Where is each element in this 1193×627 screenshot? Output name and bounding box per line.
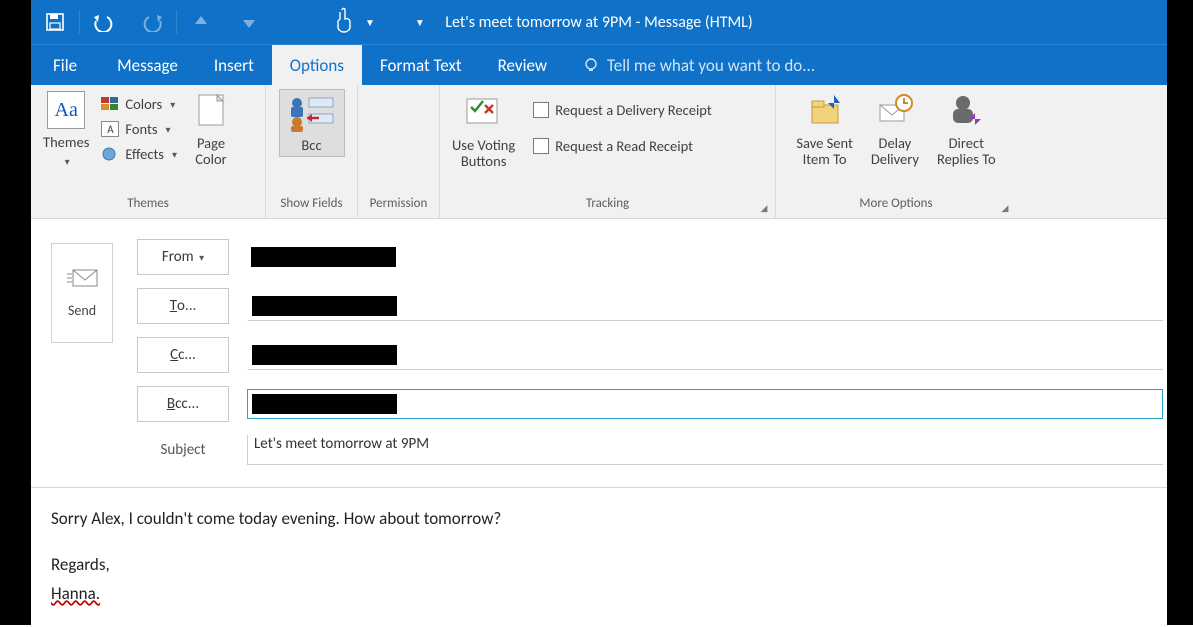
from-button[interactable]: From ▾: [137, 239, 229, 275]
fonts-icon: A: [101, 121, 119, 137]
from-field[interactable]: user1@example.com: [247, 242, 1163, 272]
undo-icon: [91, 12, 117, 32]
bcc-icon: [287, 92, 337, 132]
message-body[interactable]: Sorry Alex, I couldn't come today evenin…: [31, 487, 1167, 627]
bcc-field[interactable]: user1@example.com: [247, 389, 1163, 419]
previous-item-button[interactable]: [177, 0, 225, 44]
more-options-launcher[interactable]: ◢: [998, 201, 1012, 215]
group-tracking: Use Voting Buttons Request a Delivery Re…: [440, 85, 776, 218]
group-permission-label: Permission: [366, 196, 431, 218]
ribbon-tabs: File Message Insert Options Format Text …: [31, 44, 1167, 85]
voting-icon: [461, 91, 507, 133]
tell-me-search[interactable]: Tell me what you want to do...: [565, 45, 833, 85]
tab-format-text[interactable]: Format Text: [362, 45, 480, 85]
subject-field[interactable]: Let's meet tomorrow at 9PM: [247, 435, 1163, 465]
chevron-down-icon: ▾: [65, 155, 70, 168]
group-permission: Permission: [358, 85, 440, 218]
themes-button[interactable]: Aa Themes ▾: [39, 89, 93, 170]
colors-button[interactable]: Colors▾: [101, 95, 177, 113]
request-read-receipt-checkbox[interactable]: Request a Read Receipt: [533, 137, 711, 155]
title-bar: ▼ ▼ Let's meet tomorrow at 9PM - Message…: [31, 0, 1167, 44]
body-regards: Regards,: [51, 552, 1147, 578]
direct-replies-icon: [945, 91, 987, 131]
delay-delivery-button[interactable]: Delay Delivery: [867, 89, 923, 169]
send-button[interactable]: Send: [51, 243, 113, 343]
tab-options[interactable]: Options: [272, 45, 362, 85]
effects-button[interactable]: Effects▾: [101, 145, 177, 163]
redo-icon: [139, 12, 165, 32]
fonts-button[interactable]: A Fonts▾: [101, 120, 177, 138]
themes-icon: Aa: [47, 91, 85, 129]
effects-icon: [101, 146, 119, 162]
colors-icon: [101, 97, 119, 111]
body-line-1: Sorry Alex, I couldn't come today evenin…: [51, 506, 1147, 532]
redo-button[interactable]: [128, 0, 176, 44]
up-arrow-icon: [192, 13, 210, 31]
bcc-button[interactable]: Bcc: [279, 89, 345, 157]
request-delivery-receipt-checkbox[interactable]: Request a Delivery Receipt: [533, 101, 711, 119]
bcc-value: user1@example.com: [252, 394, 397, 414]
save-sent-icon: [804, 91, 846, 131]
group-themes-label: Themes: [39, 196, 257, 218]
quick-access-toolbar: ▼ ▼: [31, 0, 425, 44]
direct-replies-to-button[interactable]: Direct Replies To: [933, 89, 1000, 169]
tab-message[interactable]: Message: [99, 45, 196, 85]
save-icon: [45, 12, 65, 32]
checkbox-icon: [533, 102, 549, 118]
touch-icon: [333, 7, 355, 33]
from-value: user1@example.com: [251, 247, 396, 267]
chevron-down-icon[interactable]: ▼: [365, 16, 375, 29]
next-item-button[interactable]: [225, 0, 273, 44]
lightbulb-icon: [583, 57, 599, 73]
cc-button[interactable]: Cc...: [137, 337, 229, 373]
group-show-fields-label: Show Fields: [274, 196, 349, 218]
save-button[interactable]: [31, 0, 79, 44]
tab-insert[interactable]: Insert: [196, 45, 272, 85]
group-themes: Aa Themes ▾ Colors▾ A Fonts▾: [31, 85, 266, 218]
page-color-button[interactable]: Page Color: [189, 89, 233, 169]
subject-label: Subject: [137, 441, 229, 459]
to-field[interactable]: user1@example.com: [247, 291, 1163, 321]
save-sent-item-to-button[interactable]: Save Sent Item To: [792, 89, 857, 169]
group-more-options-label: More Options: [784, 196, 1008, 218]
to-button[interactable]: TTo...o...: [137, 288, 229, 324]
bcc-button[interactable]: Bcc...: [137, 386, 229, 422]
cc-value: user1@example.com: [252, 345, 397, 365]
use-voting-buttons[interactable]: Use Voting Buttons: [448, 89, 519, 171]
to-value: user1@example.com: [252, 296, 397, 316]
tell-me-placeholder: Tell me what you want to do...: [607, 55, 815, 76]
group-tracking-label: Tracking: [448, 196, 767, 218]
tab-file[interactable]: File: [31, 45, 99, 85]
undo-button[interactable]: [80, 0, 128, 44]
send-label: Send: [68, 302, 96, 319]
group-more-options: Save Sent Item To Delay Delivery Direct …: [776, 85, 1016, 218]
themes-label: Themes: [43, 133, 89, 151]
tab-review[interactable]: Review: [480, 45, 565, 85]
touch-mouse-mode-button[interactable]: [333, 7, 355, 38]
cc-field[interactable]: user1@example.com: [247, 340, 1163, 370]
send-icon: [65, 268, 99, 290]
subject-value: Let's meet tomorrow at 9PM: [254, 435, 429, 453]
checkbox-icon: [533, 138, 549, 154]
tracking-launcher[interactable]: ◢: [757, 201, 771, 215]
ribbon: Aa Themes ▾ Colors▾ A Fonts▾: [31, 85, 1167, 219]
down-arrow-icon: [240, 13, 258, 31]
delay-icon: [874, 91, 916, 131]
page-color-icon: [193, 91, 229, 131]
group-show-fields: Bcc Show Fields: [266, 85, 358, 218]
compose-header: Send From ▾ user1@example.com TTo...o...…: [31, 219, 1167, 465]
customize-qat-icon[interactable]: ▼: [415, 16, 425, 29]
body-signature: Hanna.: [51, 581, 1147, 607]
